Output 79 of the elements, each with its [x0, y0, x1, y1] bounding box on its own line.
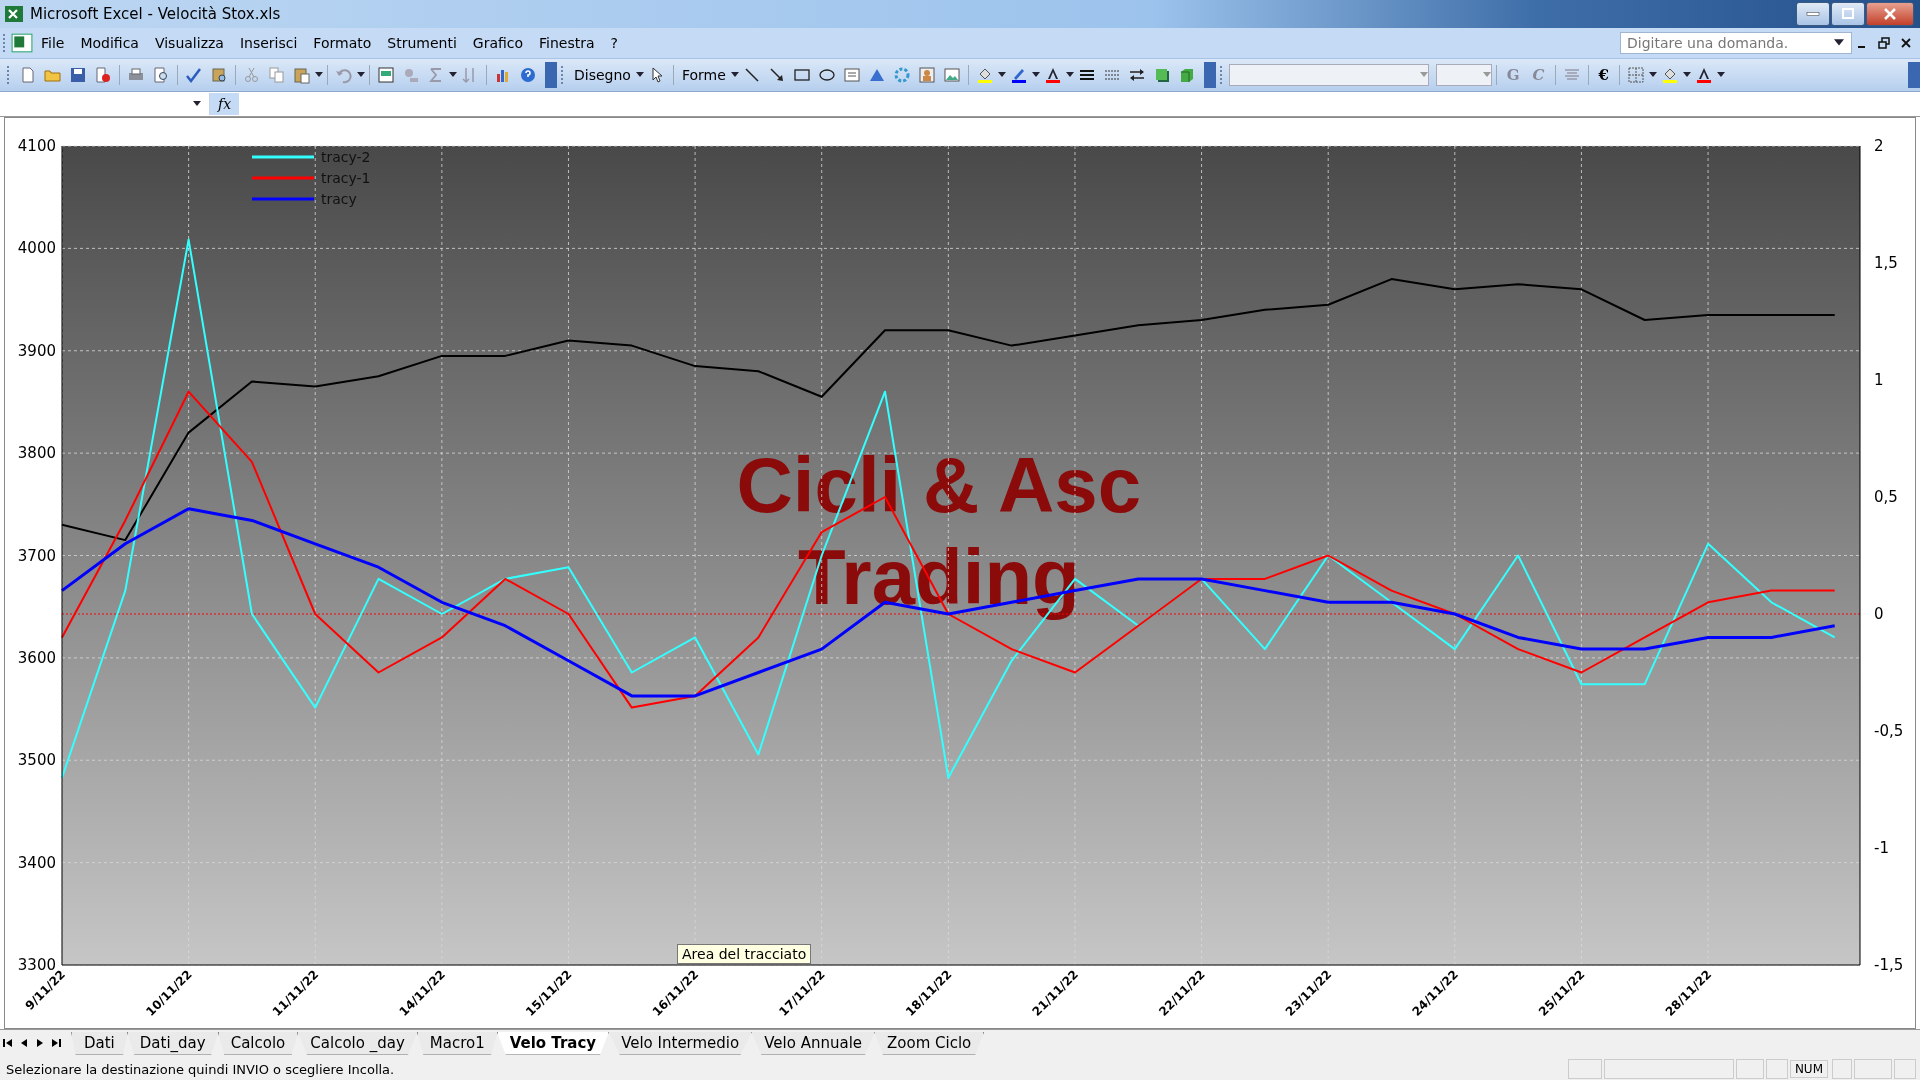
- status-indicator: NUM: [1789, 1060, 1828, 1078]
- workbook-icon[interactable]: [11, 32, 33, 54]
- axis-tick-label: -1,5: [1874, 956, 1904, 974]
- window-title: Microsoft Excel - Velocità Stox.xls: [30, 5, 281, 23]
- status-panel: [1832, 1059, 1852, 1079]
- axis-tick-label: 3600: [17, 648, 56, 667]
- sheet-tab[interactable]: Velo Annuale: [751, 1031, 876, 1055]
- menu-item[interactable]: Inserisci: [231, 33, 306, 53]
- legend-label: tracy: [321, 191, 357, 207]
- caret-icon[interactable]: [357, 72, 365, 78]
- menu-item[interactable]: ?: [602, 33, 626, 53]
- toolbar-menu-button[interactable]: Disegno: [570, 65, 635, 85]
- axis-tick-label: 1: [1874, 371, 1884, 389]
- axis-tick-label: 0,5: [1874, 488, 1898, 506]
- legend-label: tracy-2: [321, 149, 371, 165]
- menu-item[interactable]: Strumenti: [379, 33, 465, 53]
- sheet-tab[interactable]: Velo Intermedio: [608, 1031, 753, 1055]
- menu-item[interactable]: Grafico: [464, 33, 532, 53]
- caret-icon[interactable]: [449, 72, 457, 78]
- minimize-icon: [1806, 12, 1820, 16]
- caret-icon[interactable]: [1031, 72, 1040, 78]
- sheet-tab[interactable]: Velo Tracy: [496, 1031, 610, 1055]
- restore-icon[interactable]: [1878, 37, 1890, 49]
- caret-icon[interactable]: [1649, 72, 1657, 78]
- caret-icon[interactable]: [1065, 72, 1074, 78]
- close-icon[interactable]: [1900, 37, 1912, 49]
- status-panel: [1765, 1059, 1788, 1079]
- caret-icon[interactable]: [315, 72, 323, 78]
- sheet-tab[interactable]: Dati_day: [126, 1031, 219, 1055]
- axis-tick-label: 1,5: [1874, 254, 1898, 272]
- close-icon: [1883, 8, 1897, 20]
- sheet-tab[interactable]: Zoom Ciclo: [874, 1031, 985, 1055]
- menu-item[interactable]: File: [33, 33, 73, 53]
- menu-item[interactable]: Visualizza: [146, 33, 232, 53]
- status-panel: [1894, 1059, 1916, 1079]
- axis-tick-label: -0,5: [1874, 722, 1904, 740]
- app-icon: [4, 4, 24, 24]
- legend-label: tracy-1: [321, 170, 371, 186]
- axis-tick-label: 3400: [17, 853, 56, 872]
- function-button[interactable]: fx: [210, 93, 240, 115]
- axis-tick-label: 0: [1874, 605, 1884, 623]
- status-message: Selezionare la destinazione quindi INVIO o scegliere Incolla.: [5, 1061, 395, 1077]
- close-button[interactable]: [1866, 2, 1914, 26]
- sheet-tab[interactable]: Calcolo _day: [297, 1031, 418, 1055]
- status-panel: [1854, 1059, 1892, 1079]
- axis-tick-label: 4000: [17, 239, 56, 258]
- minimize-button[interactable]: [1796, 2, 1830, 26]
- legend-line: [252, 155, 314, 159]
- menu-item[interactable]: Formato: [305, 33, 380, 53]
- caret-icon[interactable]: [997, 72, 1006, 78]
- caret-icon[interactable]: [730, 72, 739, 78]
- toolbar-options-button[interactable]: [1203, 62, 1216, 88]
- sheet-tab[interactable]: Dati: [71, 1031, 128, 1055]
- currency-button[interactable]: €: [1592, 64, 1615, 86]
- axis-tick-label: -1: [1874, 839, 1889, 857]
- font-name-field[interactable]: [1228, 64, 1429, 86]
- axis-tick-label: 4100: [17, 137, 56, 155]
- caret-icon[interactable]: [635, 72, 644, 78]
- legend-line: [252, 197, 314, 201]
- axis-tick-label: 3900: [17, 341, 56, 360]
- font-size-field[interactable]: [1435, 64, 1492, 86]
- caret-icon[interactable]: [1683, 72, 1691, 78]
- axis-tick-label: 3300: [17, 956, 56, 974]
- caret-icon[interactable]: [1717, 72, 1725, 78]
- axis-tick-label: 3800: [17, 444, 56, 463]
- axis-tick-label: 2: [1874, 137, 1884, 155]
- sheet-tab[interactable]: Macro1: [416, 1031, 498, 1055]
- help-search-field[interactable]: Digitare una domanda.: [1620, 32, 1852, 54]
- tooltip: Area del tracciato: [677, 944, 812, 964]
- menu-item[interactable]: Finestra: [531, 33, 603, 53]
- caret-icon[interactable]: [193, 101, 201, 107]
- menu-item[interactable]: Modifica: [72, 33, 147, 53]
- toolbar-menu-button[interactable]: Forme: [677, 65, 730, 85]
- axis-tick-label: 3500: [17, 751, 56, 770]
- legend-line: [252, 176, 314, 180]
- sheet-tab[interactable]: Calcolo: [217, 1031, 299, 1055]
- maximize-button[interactable]: [1831, 2, 1865, 26]
- axis-tick-label: 3700: [17, 546, 56, 565]
- maximize-icon: [1841, 8, 1855, 20]
